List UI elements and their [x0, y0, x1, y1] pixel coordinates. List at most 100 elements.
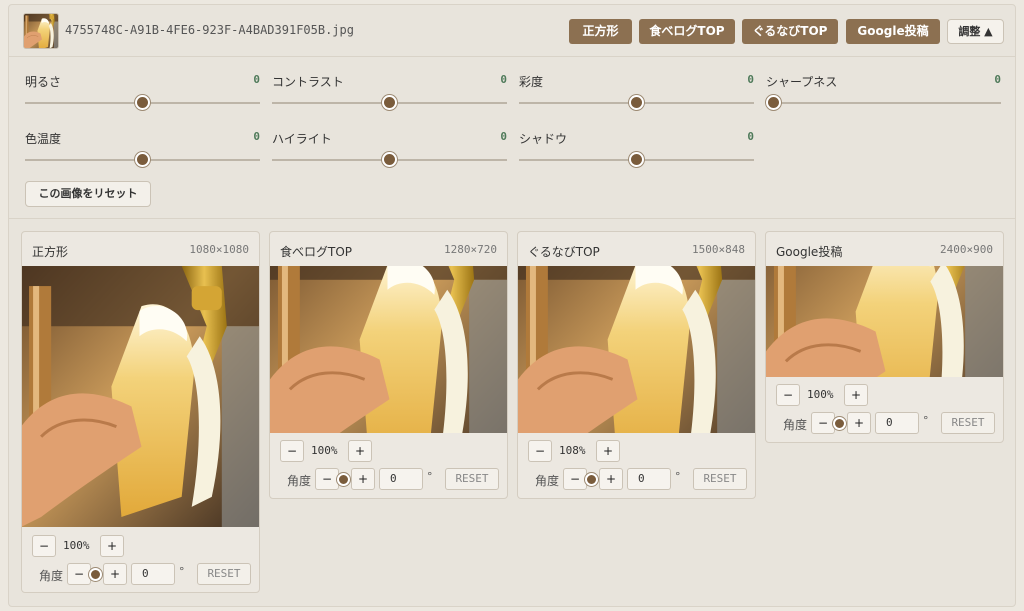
zoom-out-button[interactable]: −: [280, 440, 304, 462]
preset-button-square[interactable]: 正方形: [569, 19, 632, 44]
angle-label: 角度: [535, 474, 560, 488]
top-bar: 4755748C-A91B-4FE6-923F-A4BAD391F05B.jpg…: [9, 5, 1015, 57]
card-controls: − 100% + 角度 − + 0 ° RESET: [766, 378, 1003, 438]
slider-value: 0: [500, 130, 507, 143]
slider-knob[interactable]: [135, 95, 150, 110]
slider-value: 0: [747, 130, 754, 143]
zoom-out-button[interactable]: −: [32, 535, 56, 557]
angle-input[interactable]: 0: [627, 468, 671, 490]
card-title: ぐるなびTOP: [528, 245, 600, 259]
card-controls: − 100% + 角度 − + 0 ° RESET: [22, 527, 259, 587]
angle-decrease-button[interactable]: −: [563, 468, 587, 490]
zoom-in-button[interactable]: +: [348, 440, 372, 462]
crop-card-square: 正方形 1080×1080 − 100% + 角度 − + 0 ° RESET: [21, 231, 260, 593]
angle-knob[interactable]: [833, 417, 846, 430]
card-size: 2400×900: [940, 243, 993, 256]
card-title: 食べログTOP: [280, 245, 353, 259]
crop-preview-image[interactable]: [270, 266, 507, 433]
degree-symbol: °: [179, 565, 185, 578]
preset-button-google[interactable]: Google投稿: [846, 19, 940, 44]
card-size: 1500×848: [692, 243, 745, 256]
reset-image-button[interactable]: この画像をリセット: [25, 181, 151, 207]
card-size: 1280×720: [444, 243, 497, 256]
slider-highlight: ハイライト 0: [272, 116, 507, 167]
slider-value: 0: [747, 73, 754, 86]
slider-value: 0: [253, 73, 260, 86]
app-window: 4755748C-A91B-4FE6-923F-A4BAD391F05B.jpg…: [8, 4, 1016, 607]
preset-button-tabelog[interactable]: 食べログTOP: [639, 19, 735, 44]
adjust-toggle-button[interactable]: 調整 ▲: [947, 19, 1004, 44]
angle-knob[interactable]: [585, 473, 598, 486]
zoom-value: 100%: [311, 444, 338, 457]
angle-increase-button[interactable]: +: [351, 468, 375, 490]
angle-input[interactable]: 0: [131, 563, 175, 585]
slider-knob[interactable]: [766, 95, 781, 110]
angle-increase-button[interactable]: +: [103, 563, 127, 585]
slider-sharpness: シャープネス 0: [766, 59, 1001, 110]
image-thumbnail[interactable]: [23, 13, 59, 49]
zoom-out-button[interactable]: −: [776, 384, 800, 406]
slider-label: 明るさ: [25, 75, 62, 89]
zoom-in-button[interactable]: +: [596, 440, 620, 462]
slider-value: 0: [500, 73, 507, 86]
degree-symbol: °: [427, 470, 433, 483]
crop-preview-image[interactable]: [518, 266, 755, 433]
zoom-value: 100%: [63, 539, 90, 552]
file-name: 4755748C-A91B-4FE6-923F-A4BAD391F05B.jpg: [65, 23, 354, 37]
adjust-panel: 明るさ 0 コントラスト 0 彩度 0 シャープネス 0 色温度 0 ハイライト…: [9, 57, 1015, 219]
slider-contrast: コントラスト 0: [272, 59, 507, 110]
crop-preview-image[interactable]: [766, 266, 1003, 377]
slider-shadow: シャドウ 0: [519, 116, 754, 167]
angle-decrease-button[interactable]: −: [811, 412, 835, 434]
card-title: 正方形: [32, 245, 69, 259]
angle-label: 角度: [39, 569, 64, 583]
slider-knob[interactable]: [382, 152, 397, 167]
card-controls: − 100% + 角度 − + 0 ° RESET: [270, 434, 507, 494]
card-reset-button[interactable]: RESET: [197, 563, 251, 585]
crop-card-google: Google投稿 2400×900 − 100% + 角度 − + 0 ° RE…: [765, 231, 1004, 443]
zoom-in-button[interactable]: +: [844, 384, 868, 406]
slider-label: ハイライト: [272, 132, 332, 146]
zoom-value: 108%: [559, 444, 586, 457]
angle-label: 角度: [287, 474, 312, 488]
card-controls: − 108% + 角度 − + 0 ° RESET: [518, 434, 755, 494]
card-size: 1080×1080: [189, 243, 249, 256]
slider-value: 0: [253, 130, 260, 143]
slider-value: 0: [994, 73, 1001, 86]
slider-label: シャープネス: [766, 75, 838, 89]
slider-color-temperature: 色温度 0: [25, 116, 260, 167]
slider-knob[interactable]: [629, 95, 644, 110]
angle-increase-button[interactable]: +: [599, 468, 623, 490]
crop-card-gurunavi: ぐるなびTOP 1500×848 − 108% + 角度 − + 0 ° RES…: [517, 231, 756, 499]
angle-input[interactable]: 0: [875, 412, 919, 434]
slider-label: シャドウ: [519, 132, 568, 146]
degree-symbol: °: [675, 470, 681, 483]
slider-brightness: 明るさ 0: [25, 59, 260, 110]
slider-knob[interactable]: [629, 152, 644, 167]
card-title: Google投稿: [776, 245, 843, 259]
zoom-value: 100%: [807, 388, 834, 401]
slider-label: 彩度: [519, 75, 544, 89]
angle-label: 角度: [783, 418, 808, 432]
angle-decrease-button[interactable]: −: [315, 468, 339, 490]
slider-label: コントラスト: [272, 75, 344, 89]
card-reset-button[interactable]: RESET: [941, 412, 995, 434]
slider-knob[interactable]: [382, 95, 397, 110]
angle-decrease-button[interactable]: −: [67, 563, 91, 585]
zoom-out-button[interactable]: −: [528, 440, 552, 462]
card-reset-button[interactable]: RESET: [693, 468, 747, 490]
slider-track[interactable]: [766, 102, 1001, 104]
slider-label: 色温度: [25, 132, 62, 146]
degree-symbol: °: [923, 414, 929, 427]
crop-preview-image[interactable]: [22, 266, 259, 527]
angle-knob[interactable]: [89, 568, 102, 581]
angle-increase-button[interactable]: +: [847, 412, 871, 434]
preset-button-gurunavi[interactable]: ぐるなびTOP: [742, 19, 838, 44]
slider-knob[interactable]: [135, 152, 150, 167]
slider-saturation: 彩度 0: [519, 59, 754, 110]
zoom-in-button[interactable]: +: [100, 535, 124, 557]
angle-knob[interactable]: [337, 473, 350, 486]
card-reset-button[interactable]: RESET: [445, 468, 499, 490]
crop-card-tabelog: 食べログTOP 1280×720 − 100% + 角度 − + 0 ° RES…: [269, 231, 508, 499]
angle-input[interactable]: 0: [379, 468, 423, 490]
